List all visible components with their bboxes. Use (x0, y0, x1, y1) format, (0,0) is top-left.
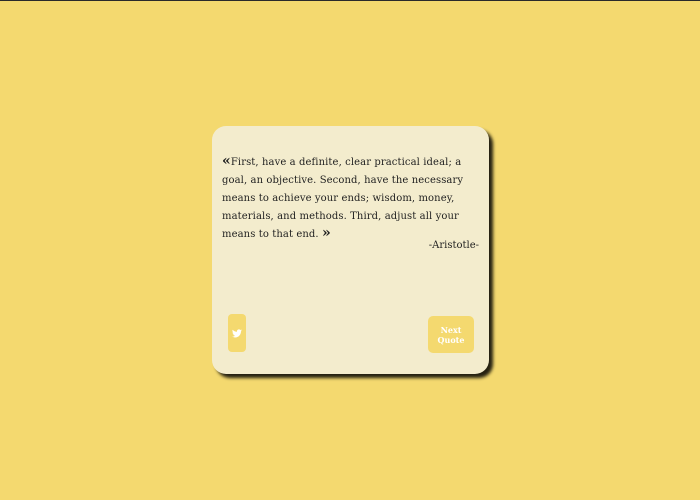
quote-author: -Aristotle- (428, 240, 479, 251)
top-border (0, 0, 700, 1)
next-quote-button[interactable]: Next Quote (428, 316, 474, 353)
quote-body: First, have a definite, clear practical … (222, 157, 464, 240)
close-quote-icon: » (321, 225, 331, 241)
quote-text: «First, have a definite, clear practical… (222, 154, 484, 244)
twitter-icon (232, 328, 242, 337)
quote-box: «First, have a definite, clear practical… (212, 126, 489, 374)
tweet-button[interactable] (228, 314, 246, 352)
open-quote-icon: « (222, 153, 231, 169)
